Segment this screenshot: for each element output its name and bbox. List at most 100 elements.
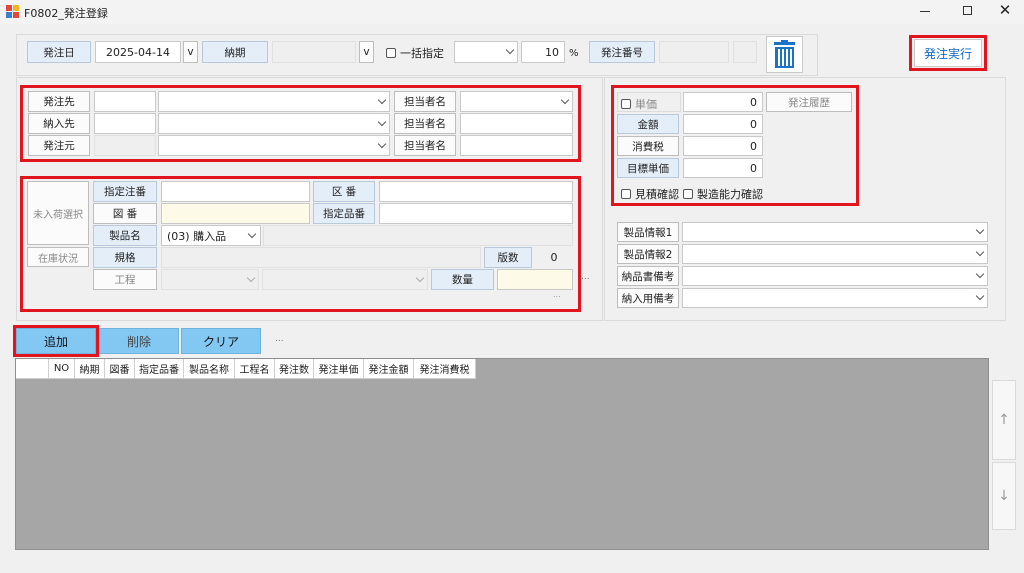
unit-price-input[interactable]: 0 xyxy=(683,92,763,112)
deliver-to-person-input[interactable] xyxy=(460,113,573,134)
process-name-select xyxy=(262,269,428,290)
tax-input: 0 xyxy=(683,136,763,156)
delivery-date-picker-button[interactable]: v xyxy=(359,41,374,63)
deliver-to-person-label: 担当者名 xyxy=(394,113,456,134)
bulk-specify-select[interactable] xyxy=(454,41,518,63)
section-no-input[interactable] xyxy=(379,181,573,202)
spec-input[interactable] xyxy=(161,247,481,268)
scroll-down-button[interactable]: ↓ xyxy=(992,462,1016,530)
deliver-to-code-input[interactable] xyxy=(94,113,156,134)
grid-header: NO 納期 図番 指定品番 製品名称 工程名 発注数 発注単価 発注金額 発注消… xyxy=(16,359,476,379)
grid-col-unit-price[interactable]: 発注単価 xyxy=(314,359,364,379)
delete-button[interactable]: 削除 xyxy=(99,328,179,354)
quantity-label: 数量 xyxy=(431,269,494,290)
designated-order-no-label: 指定注番 xyxy=(93,181,157,202)
bulk-specify-checkbox[interactable]: 一括指定 xyxy=(386,45,444,61)
trash-icon xyxy=(774,40,795,68)
supplier-label[interactable]: 発注先 xyxy=(28,91,90,112)
quantity-more[interactable]: ... xyxy=(581,272,590,282)
order-date-input[interactable]: 2025-04-14 xyxy=(95,41,181,63)
chevron-down-icon xyxy=(975,247,985,257)
product-more[interactable]: ... xyxy=(553,290,561,299)
deliver-to-name-select[interactable] xyxy=(158,113,390,134)
chevron-down-icon xyxy=(975,291,985,301)
supplier-name-select[interactable] xyxy=(158,91,390,112)
delivery-date-input[interactable] xyxy=(272,41,356,63)
designated-item-label: 指定品番 xyxy=(313,203,375,224)
product-info1-select[interactable] xyxy=(682,222,988,242)
grid-col-no[interactable]: NO xyxy=(49,359,75,379)
chevron-down-icon xyxy=(975,225,985,235)
grid-col-tax[interactable]: 発注消費税 xyxy=(414,359,476,379)
ordering-from-name-select[interactable] xyxy=(158,135,390,156)
grid-col-drawing[interactable]: 図番 xyxy=(105,359,135,379)
supplier-person-select[interactable] xyxy=(460,91,573,112)
ordering-from-code-input xyxy=(94,135,156,156)
grid-col-amount[interactable]: 発注金額 xyxy=(364,359,414,379)
estimate-check-label: 見積確認 xyxy=(635,188,679,201)
chevron-down-icon xyxy=(415,273,425,282)
revision-label: 版数 xyxy=(484,247,532,268)
chevron-down-icon xyxy=(247,229,257,238)
stock-status-button[interactable]: 在庫状況 xyxy=(27,247,89,267)
app-icon xyxy=(6,5,19,18)
tax-rate-input[interactable]: 10 xyxy=(521,41,565,63)
grid-col-item-no[interactable]: 指定品番 xyxy=(135,359,184,379)
deliver-to-label[interactable]: 納入先 xyxy=(28,113,90,134)
capacity-check-checkbox[interactable]: 製造能力確認 xyxy=(683,186,763,202)
maximize-icon[interactable] xyxy=(963,6,972,15)
tax-label: 消費税 xyxy=(617,136,679,156)
grid-col-delivery[interactable]: 納期 xyxy=(75,359,105,379)
close-icon[interactable]: ✕ xyxy=(997,2,1013,18)
chevron-down-icon xyxy=(505,45,515,55)
spec-label: 規格 xyxy=(93,247,157,268)
order-number-label: 発注番号 xyxy=(589,41,655,63)
drawing-no-input[interactable] xyxy=(161,203,310,224)
order-date-picker-button[interactable]: v xyxy=(183,41,198,63)
execute-order-button[interactable]: 発注実行 xyxy=(914,39,982,67)
add-button[interactable]: 追加 xyxy=(16,328,96,354)
window-title: F0802_発注登録 xyxy=(24,7,108,20)
grid-col-quantity[interactable]: 発注数 xyxy=(275,359,314,379)
process-label[interactable]: 工程 xyxy=(93,269,157,290)
trash-button[interactable] xyxy=(766,36,803,73)
chevron-down-icon xyxy=(377,139,387,148)
minimize-icon[interactable] xyxy=(920,11,930,12)
order-date-label: 発注日 xyxy=(27,41,91,63)
ordering-from-person-label: 担当者名 xyxy=(394,135,456,156)
estimate-check-checkbox[interactable]: 見積確認 xyxy=(621,186,679,202)
delivery-note-select[interactable] xyxy=(682,266,988,286)
grid-col-process[interactable]: 工程名 xyxy=(235,359,275,379)
designated-item-input[interactable] xyxy=(379,203,573,224)
order-history-button[interactable]: 発注履歴 xyxy=(766,92,852,112)
unreceived-select-button[interactable]: 未入荷選択 xyxy=(27,181,89,245)
target-price-label: 目標単価 xyxy=(617,158,679,178)
bulk-specify-label: 一括指定 xyxy=(400,47,444,60)
chevron-down-icon xyxy=(560,95,570,104)
grid-col-product-name[interactable]: 製品名称 xyxy=(184,359,235,379)
product-info2-select[interactable] xyxy=(682,244,988,264)
more-actions[interactable]: ... xyxy=(275,334,284,344)
delivery-remark-label: 納入用備考 xyxy=(617,288,679,308)
supplier-person-label: 担当者名 xyxy=(394,91,456,112)
chevron-down-icon xyxy=(975,269,985,279)
order-grid[interactable] xyxy=(15,358,989,550)
delivery-note-label: 納品書備考 xyxy=(617,266,679,286)
product-info1-label: 製品情報1 xyxy=(617,222,679,242)
ordering-from-label[interactable]: 発注元 xyxy=(28,135,90,156)
delivery-remark-select[interactable] xyxy=(682,288,988,308)
quantity-input[interactable] xyxy=(497,269,573,290)
supplier-code-input[interactable] xyxy=(94,91,156,112)
drawing-no-label[interactable]: 図 番 xyxy=(93,203,157,224)
amount-label: 金額 xyxy=(617,114,679,134)
ordering-from-person-input[interactable] xyxy=(460,135,573,156)
clear-button[interactable]: クリア xyxy=(181,328,261,354)
grid-col-select[interactable] xyxy=(16,359,49,379)
unit-price-checkbox[interactable]: 単価 xyxy=(621,96,657,112)
order-number-input xyxy=(659,41,729,63)
percent-label: % xyxy=(569,48,579,59)
designated-order-no-input[interactable] xyxy=(161,181,310,202)
target-price-input[interactable]: 0 xyxy=(683,158,763,178)
product-name-input[interactable] xyxy=(263,225,573,246)
scroll-up-button[interactable]: ↑ xyxy=(992,380,1016,460)
